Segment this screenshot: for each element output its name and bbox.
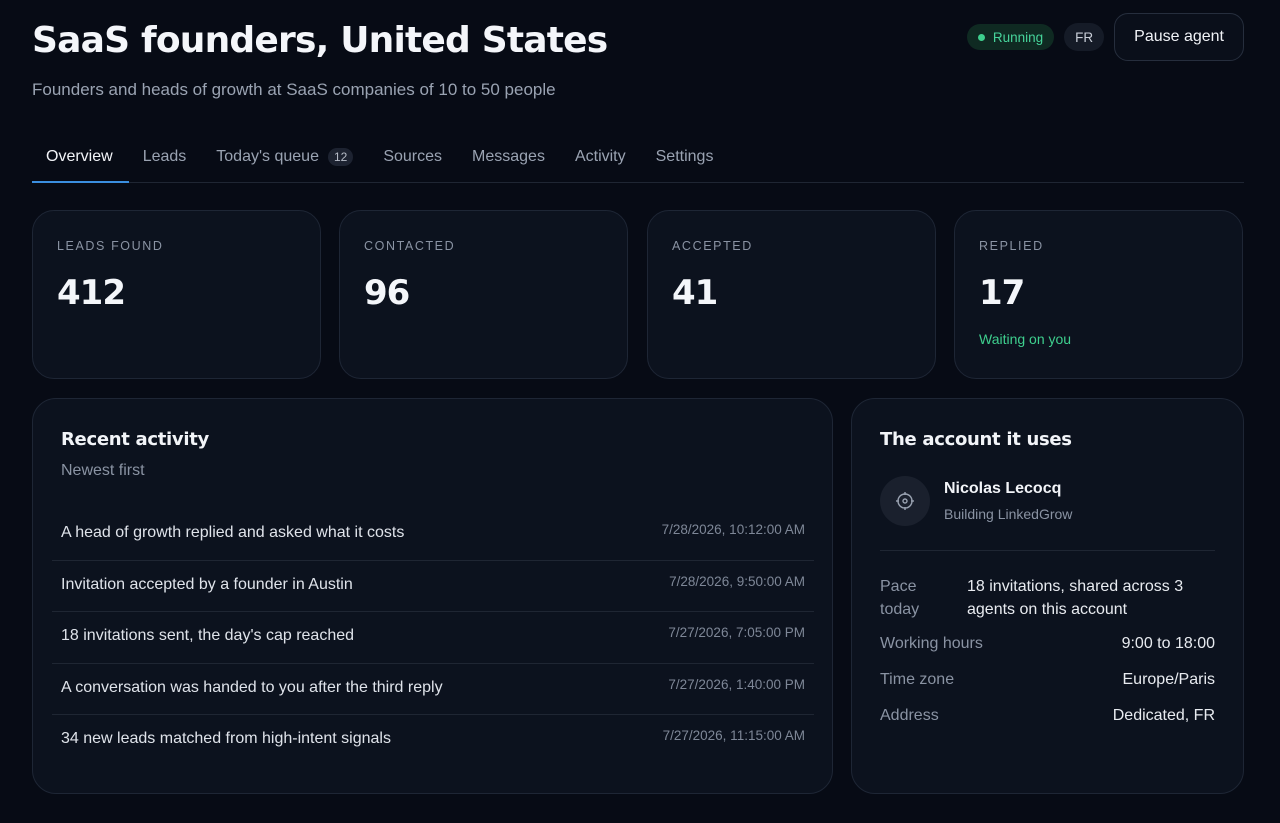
account-panel: The account it uses Nicolas Lecocq Build… [851, 398, 1244, 794]
account-name: Nicolas Lecocq [944, 480, 1062, 497]
tab-sources[interactable]: Sources [369, 132, 458, 182]
tab-label: Messages [472, 148, 545, 165]
working-hours-value: 9:00 to 18:00 [1121, 635, 1215, 652]
stat-value: 412 [57, 273, 126, 313]
queue-count-badge: 12 [327, 148, 354, 166]
avatar [880, 476, 930, 526]
activity-time: 7/28/2026, 9:50:00 AM [669, 573, 805, 589]
time-zone-value: Europe/Paris [1122, 671, 1216, 688]
activity-row[interactable]: A conversation was handed to you after t… [52, 664, 814, 715]
stat-value: 17 [979, 273, 1025, 313]
tab-label: Leads [142, 148, 187, 165]
recent-activity-panel: Recent activity Newest first A head of g… [32, 398, 833, 794]
activity-row[interactable]: A head of growth replied and asked what … [52, 509, 814, 561]
time-zone-row: Time zone Europe/Paris [880, 671, 1215, 689]
stat-label: CONTACTED [364, 239, 456, 253]
tab-label: Overview [46, 148, 113, 165]
activity-time: 7/27/2026, 7:05:00 PM [668, 625, 805, 640]
tab-leads[interactable]: Leads [129, 132, 203, 182]
account-info: Nicolas Lecocq Building LinkedGrow [944, 480, 1072, 522]
stat-card-accepted: ACCEPTED 41 [647, 210, 936, 379]
account-identity[interactable]: Nicolas Lecocq Building LinkedGrow [880, 476, 1215, 526]
waiting-note: Waiting on you [979, 331, 1072, 347]
activity-text: 18 invitations sent, the day's cap reach… [61, 627, 355, 644]
pace-value: 18 invitations, shared across 3 agents o… [967, 578, 1184, 618]
activity-time: 7/28/2026, 10:12:00 AM [661, 522, 805, 537]
status-dot-icon [977, 33, 985, 41]
pause-agent-button[interactable]: Pause agent [1114, 13, 1244, 61]
activity-row[interactable]: Invitation accepted by a founder in Aust… [52, 561, 814, 612]
pace-row: Pace today 18 invitations, shared across… [880, 575, 1215, 621]
tab-label: Today's queue [216, 148, 319, 165]
page-title: SaaS founders, United States [32, 20, 608, 61]
tab-todays-queue[interactable]: Today's queue 12 [202, 132, 369, 182]
address-row: Address Dedicated, FR [880, 707, 1215, 725]
address-key: Address [880, 707, 939, 724]
stat-card-leads-found: LEADS FOUND 412 [32, 210, 321, 379]
stat-label: LEADS FOUND [57, 239, 164, 253]
account-role: Building LinkedGrow [944, 506, 1073, 522]
tab-overview[interactable]: Overview [32, 132, 129, 183]
tab-messages[interactable]: Messages [458, 132, 561, 182]
page-subtitle: Founders and heads of growth at SaaS com… [32, 80, 556, 99]
panel-subtitle: Newest first [61, 462, 145, 479]
stat-card-replied[interactable]: REPLIED 17 Waiting on you [954, 210, 1243, 379]
activity-text: Invitation accepted by a founder in Aust… [61, 575, 353, 593]
address-value: Dedicated, FR [1112, 707, 1215, 724]
stat-label: ACCEPTED [672, 239, 753, 253]
header: SaaS founders, United States Founders an… [32, 0, 1244, 120]
activity-list: A head of growth replied and asked what … [52, 509, 814, 767]
status-badge: Running [966, 24, 1055, 50]
panel-title: The account it uses [880, 429, 1072, 450]
activity-time: 7/27/2026, 1:40:00 PM [668, 676, 805, 692]
crosshair-icon [896, 492, 914, 510]
stat-card-contacted: CONTACTED 96 [339, 210, 628, 379]
activity-row[interactable]: 34 new leads matched from high-intent si… [52, 715, 814, 767]
status-label: Running [992, 29, 1044, 45]
panel-title: Recent activity [61, 429, 209, 450]
divider [880, 550, 1215, 551]
tab-activity[interactable]: Activity [561, 132, 642, 182]
activity-row[interactable]: 18 invitations sent, the day's cap reach… [52, 612, 814, 664]
activity-text: 34 new leads matched from high-intent si… [61, 730, 391, 747]
tab-label: Settings [655, 148, 714, 165]
activity-time: 7/27/2026, 11:15:00 AM [662, 728, 805, 743]
activity-text: A head of growth replied and asked what … [61, 524, 405, 541]
time-zone-key: Time zone [880, 671, 955, 688]
tab-label: Sources [383, 148, 443, 165]
page: SaaS founders, United States Founders an… [0, 0, 1280, 823]
tab-label: Activity [574, 148, 626, 165]
pace-key: Pace today [880, 578, 920, 618]
header-actions: Running FR Pause agent [966, 13, 1244, 61]
tab-bar: Overview Leads Today's queue 12 Sources … [32, 132, 1244, 183]
working-hours-key: Working hours [880, 635, 983, 652]
stat-label: REPLIED [979, 239, 1044, 253]
tab-settings[interactable]: Settings [642, 132, 730, 182]
language-badge[interactable]: FR [1064, 23, 1105, 51]
stat-value: 41 [672, 273, 718, 313]
stat-value: 96 [364, 273, 410, 313]
working-hours-row: Working hours 9:00 to 18:00 [880, 635, 1215, 653]
activity-text: A conversation was handed to you after t… [61, 678, 443, 696]
